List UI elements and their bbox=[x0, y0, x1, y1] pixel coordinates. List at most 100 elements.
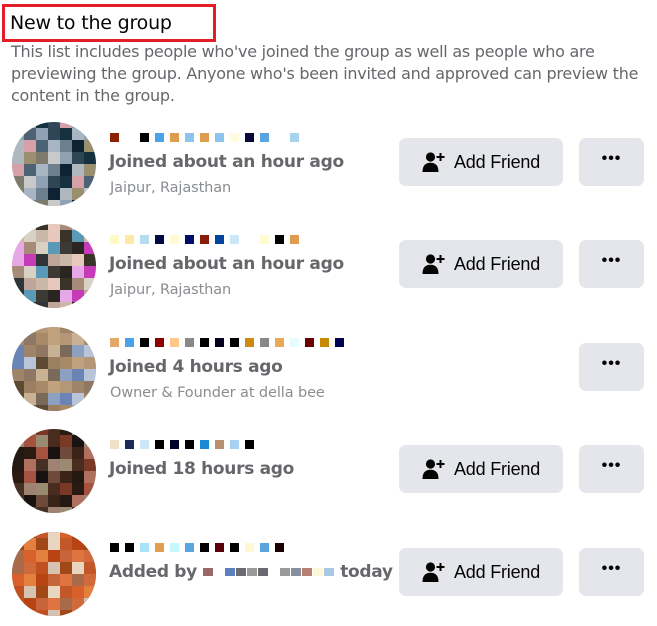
avatar-pixel bbox=[84, 471, 96, 483]
avatar-pixel bbox=[72, 495, 84, 507]
avatar-pixel bbox=[24, 302, 36, 308]
avatar-pixel bbox=[36, 242, 48, 254]
avatar-pixel bbox=[12, 176, 24, 188]
more-options-button[interactable]: ••• bbox=[579, 548, 644, 596]
redaction-block bbox=[230, 440, 239, 449]
more-options-button[interactable]: ••• bbox=[579, 240, 644, 288]
add-friend-button[interactable]: Add Friend bbox=[399, 240, 563, 288]
avatar-pixel bbox=[48, 357, 60, 369]
avatar-pixel bbox=[24, 200, 36, 206]
avatar-pixel bbox=[24, 369, 36, 381]
avatar-pixel bbox=[48, 532, 60, 538]
more-options-button[interactable]: ••• bbox=[579, 445, 644, 493]
avatar-pixel bbox=[36, 459, 48, 471]
redaction-block bbox=[257, 568, 268, 576]
avatar-pixel bbox=[36, 610, 48, 616]
avatar-pixel bbox=[36, 471, 48, 483]
avatar-pixel bbox=[24, 345, 36, 357]
avatar-pixel bbox=[24, 538, 36, 550]
member-row-3: Joined 4 hours ago Owner & Founder at de… bbox=[0, 321, 657, 421]
avatar-pixel bbox=[12, 357, 24, 369]
avatar-pixel bbox=[72, 230, 84, 242]
member-status: Joined 4 hours ago bbox=[109, 357, 283, 377]
avatar-pixel bbox=[84, 176, 96, 188]
add-friend-button[interactable]: Add Friend bbox=[399, 138, 563, 186]
avatar-pixel bbox=[12, 562, 24, 574]
avatar-pixel bbox=[36, 369, 48, 381]
avatar-pixel bbox=[24, 164, 36, 176]
avatar[interactable] bbox=[12, 224, 96, 308]
avatar-pixel bbox=[36, 278, 48, 290]
avatar-pixel bbox=[48, 483, 60, 495]
avatar-pixel bbox=[36, 405, 48, 411]
redaction-block bbox=[125, 133, 134, 142]
more-options-button[interactable]: ••• bbox=[579, 343, 644, 391]
avatar-pixel bbox=[48, 447, 60, 459]
redaction-block bbox=[125, 235, 134, 244]
avatar-pixel bbox=[24, 574, 36, 586]
avatar-pixel bbox=[24, 405, 36, 411]
member-name-redacted[interactable] bbox=[110, 235, 305, 248]
avatar-pixel bbox=[24, 278, 36, 290]
avatar-pixel bbox=[36, 495, 48, 507]
avatar-pixel bbox=[72, 140, 84, 152]
avatar[interactable] bbox=[12, 532, 96, 616]
redaction-block bbox=[275, 133, 284, 142]
avatar-pixel bbox=[84, 278, 96, 290]
avatar-pixel bbox=[24, 128, 36, 140]
avatar-pixel bbox=[84, 483, 96, 495]
redaction-block bbox=[202, 568, 213, 576]
redaction-block bbox=[125, 543, 134, 552]
avatar-pixel bbox=[48, 152, 60, 164]
redaction-block bbox=[200, 543, 209, 552]
redaction-block bbox=[224, 568, 235, 576]
avatar-pixel bbox=[48, 266, 60, 278]
avatar-pixel bbox=[24, 152, 36, 164]
redaction-block bbox=[305, 338, 314, 347]
avatar-pixel bbox=[24, 447, 36, 459]
redaction-block bbox=[230, 133, 239, 142]
avatar-pixel bbox=[36, 381, 48, 393]
avatar[interactable] bbox=[12, 429, 96, 513]
more-dots-icon: ••• bbox=[601, 355, 622, 372]
avatar-pixel bbox=[60, 507, 72, 513]
add-person-icon bbox=[422, 562, 445, 582]
avatar[interactable] bbox=[12, 122, 96, 206]
avatar-pixel bbox=[60, 532, 72, 538]
avatar-pixel bbox=[12, 140, 24, 152]
avatar-pixel bbox=[84, 495, 96, 507]
avatar-pixel bbox=[24, 254, 36, 266]
avatar-pixel bbox=[36, 574, 48, 586]
member-name-redacted[interactable] bbox=[110, 543, 290, 556]
redaction-block bbox=[215, 235, 224, 244]
redaction-block bbox=[110, 440, 119, 449]
avatar-pixel bbox=[72, 562, 84, 574]
redaction-block bbox=[290, 235, 299, 244]
redaction-block bbox=[155, 235, 164, 244]
more-options-button[interactable]: ••• bbox=[579, 138, 644, 186]
avatar-pixel bbox=[60, 140, 72, 152]
avatar-pixel bbox=[60, 598, 72, 610]
member-name-redacted[interactable] bbox=[110, 133, 305, 146]
more-dots-icon: ••• bbox=[601, 150, 622, 167]
avatar-pixel bbox=[36, 302, 48, 308]
avatar-pixel bbox=[48, 574, 60, 586]
member-name-redacted[interactable] bbox=[110, 338, 350, 351]
avatar-pixel bbox=[12, 254, 24, 266]
avatar-pixel bbox=[60, 495, 72, 507]
add-friend-button[interactable]: Add Friend bbox=[399, 445, 563, 493]
redaction-block bbox=[245, 133, 254, 142]
member-name-redacted[interactable] bbox=[110, 440, 260, 453]
add-friend-label: Add Friend bbox=[453, 561, 541, 582]
avatar-pixel bbox=[60, 200, 72, 206]
avatar-pixel bbox=[36, 327, 48, 333]
avatar-pixel bbox=[12, 586, 24, 598]
avatar-pixel bbox=[60, 176, 72, 188]
avatar-pixel bbox=[36, 140, 48, 152]
avatar-pixel bbox=[36, 393, 48, 405]
avatar-pixel bbox=[60, 369, 72, 381]
redaction-block bbox=[245, 338, 254, 347]
add-friend-button[interactable]: Add Friend bbox=[399, 548, 563, 596]
added-by-name-redacted[interactable] bbox=[202, 562, 335, 582]
avatar[interactable] bbox=[12, 327, 96, 411]
